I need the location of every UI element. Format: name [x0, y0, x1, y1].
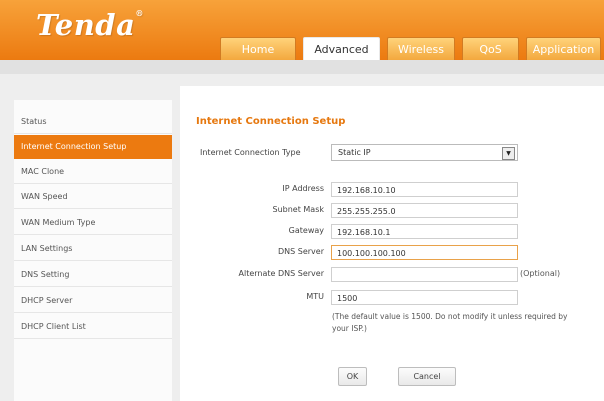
subnet-mask-field[interactable]: 255.255.255.0: [331, 203, 518, 218]
top-nav-tabs: Home Advanced Wireless QoS Application: [220, 37, 601, 60]
header-divider: [0, 60, 604, 74]
alt-dns-server-label: Alternate DNS Server: [238, 269, 324, 278]
dns-server-label: DNS Server: [278, 247, 324, 256]
mtu-field[interactable]: 1500: [331, 290, 518, 305]
subnet-mask-label: Subnet Mask: [272, 205, 324, 214]
connection-type-value: Static IP: [338, 148, 371, 157]
gateway-label: Gateway: [288, 226, 324, 235]
sidebar-item-status[interactable]: Status: [14, 110, 172, 134]
mtu-hint: (The default value is 1500. Do not modif…: [332, 312, 568, 333]
tab-wireless[interactable]: Wireless: [387, 37, 455, 60]
optional-note: (Optional): [520, 269, 561, 278]
sidebar-item-mac-clone[interactable]: MAC Clone: [14, 160, 172, 184]
ok-button[interactable]: OK: [338, 367, 367, 386]
main-panel: Internet Connection Setup Internet Conne…: [180, 86, 604, 401]
tab-home[interactable]: Home: [220, 37, 296, 60]
sidebar-item-dhcp-client-list[interactable]: DHCP Client List: [14, 315, 172, 339]
tab-application[interactable]: Application: [526, 37, 601, 60]
ip-address-label: IP Address: [282, 184, 324, 193]
sidebar-item-dns-setting[interactable]: DNS Setting: [14, 263, 172, 287]
sidebar: Status Internet Connection Setup MAC Clo…: [14, 100, 172, 401]
page-title: Internet Connection Setup: [196, 116, 346, 127]
connection-type-label: Internet Connection Type: [200, 148, 301, 157]
dns-server-field[interactable]: 100.100.100.100: [331, 245, 518, 260]
mtu-label: MTU: [306, 292, 324, 301]
alt-dns-server-field[interactable]: [331, 267, 518, 282]
sidebar-item-wan-speed[interactable]: WAN Speed: [14, 185, 172, 209]
gateway-field[interactable]: 192.168.10.1: [331, 224, 518, 239]
ip-address-field[interactable]: 192.168.10.10: [331, 182, 518, 197]
sidebar-item-wan-medium-type[interactable]: WAN Medium Type: [14, 211, 172, 235]
sidebar-item-lan-settings[interactable]: LAN Settings: [14, 237, 172, 261]
connection-type-select[interactable]: Static IP ▼: [331, 144, 518, 161]
tenda-logo: Tenda®: [36, 8, 144, 42]
sidebar-item-dhcp-server[interactable]: DHCP Server: [14, 289, 172, 313]
header-bar: Tenda® Home Advanced Wireless QoS Applic…: [0, 0, 604, 60]
cancel-button[interactable]: Cancel: [398, 367, 456, 386]
tab-qos[interactable]: QoS: [462, 37, 519, 60]
chevron-down-icon[interactable]: ▼: [502, 147, 515, 160]
sidebar-item-internet-connection-setup[interactable]: Internet Connection Setup: [14, 135, 172, 159]
tab-advanced[interactable]: Advanced: [303, 37, 380, 60]
